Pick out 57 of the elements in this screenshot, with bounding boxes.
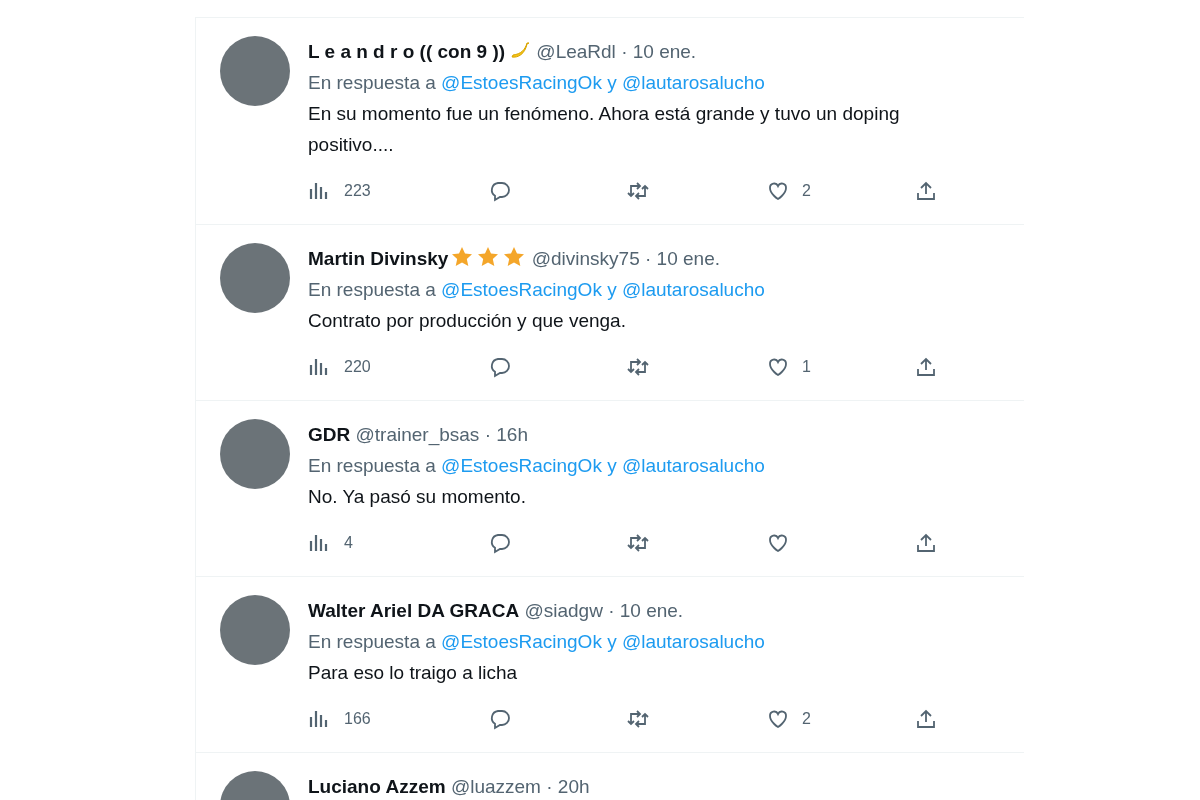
reply-text: No. Ya pasó su momento. bbox=[308, 485, 527, 509]
separator-dot: · bbox=[484, 424, 491, 445]
user-handle[interactable]: @luazzem bbox=[450, 776, 541, 797]
count: 1 bbox=[802, 357, 811, 377]
separator-dot: · bbox=[608, 600, 615, 621]
star-icon bbox=[476, 245, 501, 269]
user-name[interactable]: L e a n d r o (( con 9 )) bbox=[308, 41, 506, 62]
views-button[interactable]: 220 bbox=[308, 355, 488, 379]
speech-bubble-icon bbox=[488, 707, 512, 731]
user-name[interactable]: Luciano Azzem bbox=[308, 776, 446, 797]
timestamp[interactable]: 20h bbox=[557, 776, 590, 797]
star-icon bbox=[502, 245, 527, 269]
share-button[interactable] bbox=[914, 355, 938, 379]
like-button[interactable]: 1 bbox=[766, 355, 914, 379]
share-icon bbox=[914, 531, 938, 555]
like-button[interactable]: 2 bbox=[766, 707, 914, 731]
count: 223 bbox=[344, 181, 371, 201]
views-button[interactable]: 4 bbox=[308, 531, 488, 555]
reply-text: En su momento fue un fenómeno. Ahora está grande y tuvo un doping positivo.... bbox=[308, 102, 901, 157]
share-button[interactable] bbox=[914, 531, 938, 555]
separator-dot: · bbox=[621, 41, 628, 62]
count: 2 bbox=[802, 181, 811, 201]
timestamp[interactable]: 10 ene. bbox=[619, 600, 684, 621]
views-button[interactable]: 166 bbox=[308, 707, 488, 731]
separator-dot: · bbox=[546, 776, 553, 797]
like-button[interactable]: 2 bbox=[766, 179, 914, 203]
share-button[interactable] bbox=[914, 707, 938, 731]
reply-text: Para eso lo traigo a licha bbox=[308, 661, 519, 685]
views-button[interactable]: 223 bbox=[308, 179, 488, 203]
timestamp[interactable]: 10 ene. bbox=[632, 41, 697, 62]
timestamp[interactable]: 16h bbox=[496, 424, 528, 445]
speech-bubble-icon bbox=[488, 355, 512, 379]
user-handle[interactable]: @divinsky75 bbox=[531, 248, 640, 269]
reply-context: En respuesta a @EstoesRacingOk y @lautarosalucho bbox=[308, 71, 766, 95]
user-name[interactable]: GDR bbox=[308, 424, 351, 445]
user-name[interactable]: Walter Ariel DA GRACA bbox=[308, 600, 520, 621]
user-name[interactable]: Martin Divinsky bbox=[308, 248, 449, 269]
user-handle[interactable]: @siadgw bbox=[524, 600, 603, 621]
reply-context: En respuesta a @EstoesRacingOk y @lautarosalucho bbox=[308, 630, 766, 654]
timestamp[interactable]: 10 ene. bbox=[656, 248, 720, 269]
speech-bubble-icon bbox=[488, 531, 512, 555]
reply-context: En respuesta a @EstoesRacingOk y @lautarosalucho bbox=[308, 454, 766, 478]
count: 166 bbox=[344, 709, 371, 729]
count: 220 bbox=[344, 357, 371, 377]
count: 4 bbox=[344, 533, 353, 553]
star-icon bbox=[450, 245, 475, 269]
share-icon bbox=[914, 355, 938, 379]
separator-dot: · bbox=[645, 248, 652, 269]
share-icon bbox=[914, 179, 938, 203]
reply-context: En respuesta a @EstoesRacingOk y @lautarosalucho bbox=[308, 278, 766, 302]
reply-text: Contrato por producción y que venga. bbox=[308, 309, 627, 333]
count: 2 bbox=[802, 709, 811, 729]
user-handle[interactable]: @trainer_bsas bbox=[355, 424, 480, 445]
share-button[interactable] bbox=[914, 179, 938, 203]
user-handle[interactable]: @LeaRdl bbox=[536, 41, 616, 62]
share-icon bbox=[914, 707, 938, 731]
speech-bubble-icon bbox=[488, 179, 512, 203]
